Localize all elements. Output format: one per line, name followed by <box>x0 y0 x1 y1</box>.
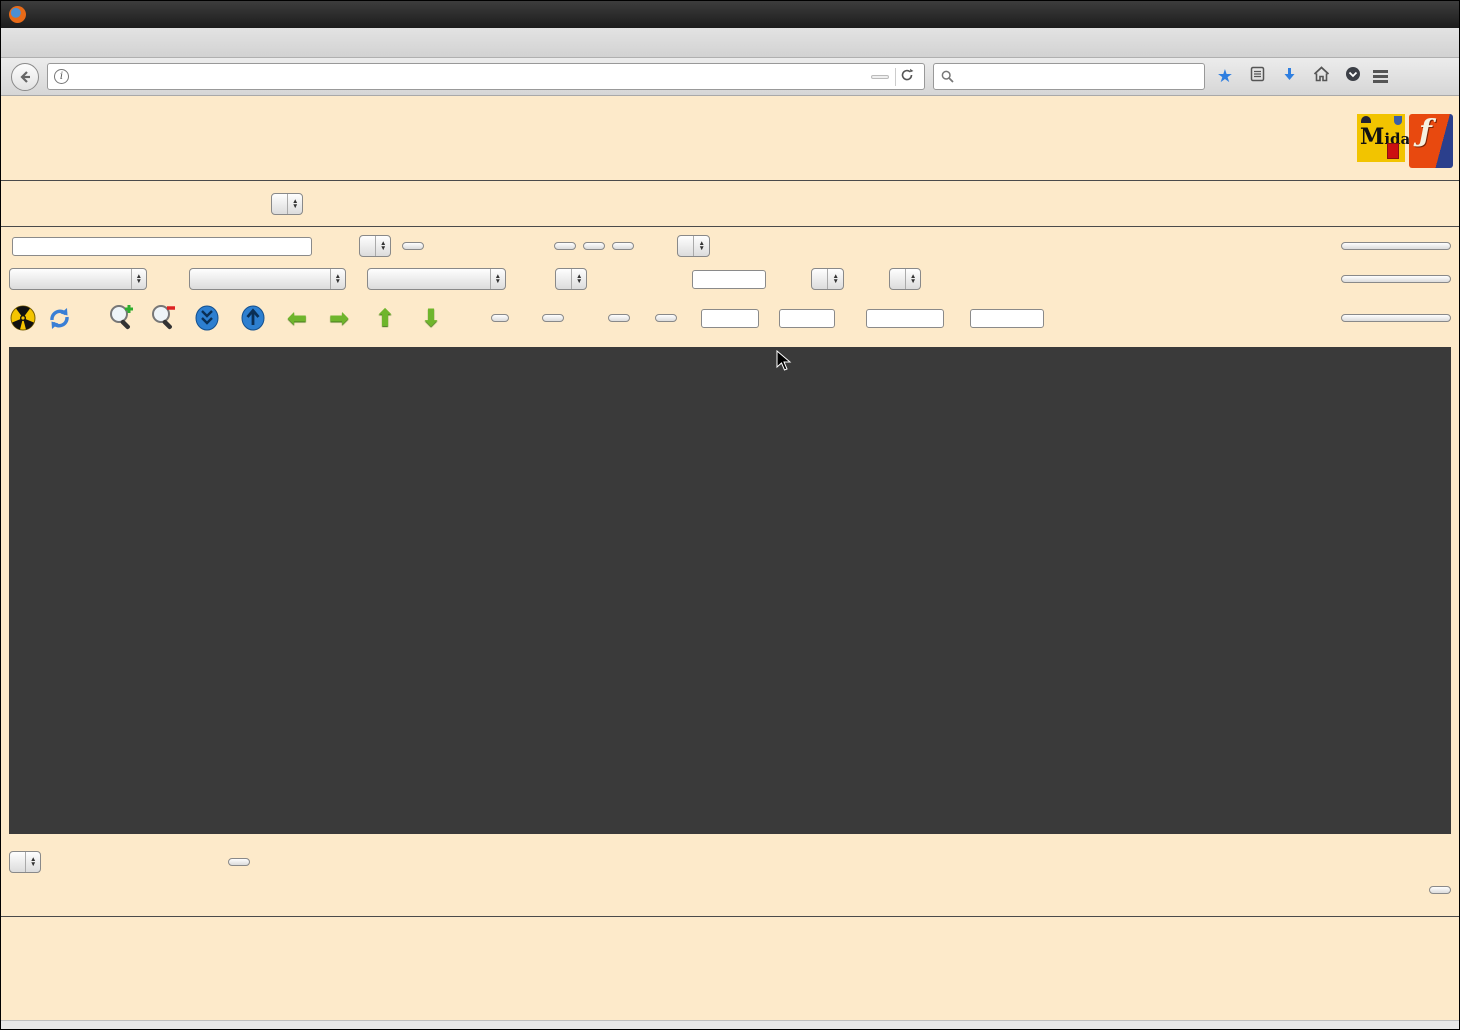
expand-up-icon[interactable] <box>239 303 267 333</box>
divider <box>1 226 1459 227</box>
tab-bar <box>1 28 1459 58</box>
select-spinner-icon: ▲ ▼ <box>25 852 40 872</box>
update-rate-select[interactable]: ▲ ▼ <box>9 851 42 873</box>
spectra-functions-select[interactable]: ▲ ▼ <box>677 235 710 257</box>
arrow-down-icon[interactable]: ⬇ <box>417 303 445 333</box>
bookmark-star-icon[interactable]: ★ <box>1213 66 1237 87</box>
firefox-icon <box>9 6 26 23</box>
all-button[interactable] <box>608 314 630 322</box>
select-spinner-icon: ▲ ▼ <box>571 269 586 289</box>
what-are-these-button-2[interactable] <box>1341 275 1451 283</box>
refresh-icon[interactable] <box>45 303 73 333</box>
firefox-window: i ★ Midas ƒ ▲ ▼ ▲ ▼ ▲ ▼ ▲ ▼ ▲ ▼ ▲ ▼ ▲ ▼ … <box>0 0 1460 1030</box>
what-are-these-button-1[interactable] <box>1341 242 1451 250</box>
layout-id-select[interactable]: ▲ ▼ <box>888 268 922 290</box>
new-button[interactable] <box>542 314 564 322</box>
analysis-functions-select[interactable]: ▲ ▼ <box>367 268 506 290</box>
zoom-out-icon[interactable] <box>149 303 177 333</box>
view-functions-select[interactable]: ▲ ▼ <box>9 268 147 290</box>
back-button[interactable] <box>11 62 39 91</box>
reload-icon[interactable] <box>895 67 918 86</box>
acquisition-server-select[interactable]: ▲ ▼ <box>271 192 304 215</box>
arrange-functions-select[interactable]: ▲ ▼ <box>189 268 346 290</box>
select-spinner-icon: ▲ ▼ <box>287 193 302 214</box>
channel-input[interactable] <box>692 269 767 289</box>
midas-logo[interactable]: Midas <box>1357 114 1419 162</box>
arrow-right-icon[interactable]: ➡ <box>325 303 353 333</box>
radiation-icon[interactable] <box>9 303 37 333</box>
tags-fits-select[interactable]: ▲ ▼ <box>555 268 588 290</box>
expand-down-icon[interactable] <box>193 303 221 333</box>
select-spinner-icon: ▲ ▼ <box>904 269 920 289</box>
page-content: Midas ƒ ▲ ▼ ▲ ▼ ▲ ▼ ▲ ▼ ▲ ▼ ▲ ▼ ▲ ▼ ▲ ▼ … <box>1 96 1459 1020</box>
select-spinner-icon: ▲ ▼ <box>130 269 146 289</box>
select-spinner-icon: ▲ ▼ <box>329 269 345 289</box>
zoom-in-icon[interactable] <box>107 303 135 333</box>
navigation-bar: i ★ <box>1 58 1459 96</box>
multi-button[interactable] <box>402 242 425 250</box>
window-resize-strip <box>1 1020 1459 1029</box>
downloads-icon[interactable] <box>1277 67 1301 87</box>
title-bar <box>1 1 1459 28</box>
update-button[interactable] <box>583 242 606 250</box>
url-bar[interactable]: i <box>47 63 925 90</box>
how-to-use-button[interactable] <box>1429 886 1451 894</box>
search-box[interactable] <box>933 63 1205 90</box>
xmax-input[interactable] <box>779 308 835 328</box>
select-spinner-icon: ▲ ▼ <box>827 269 842 289</box>
home-icon[interactable] <box>1309 66 1333 87</box>
search-icon <box>941 70 954 83</box>
what-are-these-button-3[interactable] <box>1341 314 1451 322</box>
number-of-galleries-select[interactable]: ▲ ▼ <box>811 268 844 290</box>
show-button[interactable] <box>554 242 577 250</box>
ymax-input[interactable] <box>970 308 1044 328</box>
arrow-up-icon[interactable]: ⬆ <box>371 303 399 333</box>
spectrum-name-input[interactable] <box>12 236 312 256</box>
xmin-input[interactable] <box>701 308 759 328</box>
menu-icon[interactable] <box>1373 68 1397 86</box>
select-a-spectrum-select[interactable]: ▲ ▼ <box>359 235 392 257</box>
ymin-input[interactable] <box>866 308 944 328</box>
auto-update-button[interactable] <box>228 858 251 866</box>
tcl-powered-logo[interactable]: ƒ <box>1409 114 1453 168</box>
select-spinner-icon: ▲ ▼ <box>693 236 708 256</box>
x-axis-button[interactable] <box>491 314 509 322</box>
site-info-icon[interactable]: i <box>54 69 69 84</box>
page-zoom-badge[interactable] <box>871 74 889 79</box>
linear-button[interactable] <box>655 314 677 322</box>
update-all-button[interactable] <box>612 242 635 250</box>
bookmarks-list-icon[interactable] <box>1245 66 1269 87</box>
mouse-cursor <box>776 350 792 371</box>
back-arrow-icon <box>20 70 30 83</box>
pocket-icon[interactable] <box>1341 66 1365 87</box>
arrow-left-icon[interactable]: ⬅ <box>283 303 311 333</box>
spectrum-gallery-grid <box>9 347 1451 834</box>
select-spinner-icon: ▲ ▼ <box>375 236 390 256</box>
select-spinner-icon: ▲ ▼ <box>489 269 505 289</box>
